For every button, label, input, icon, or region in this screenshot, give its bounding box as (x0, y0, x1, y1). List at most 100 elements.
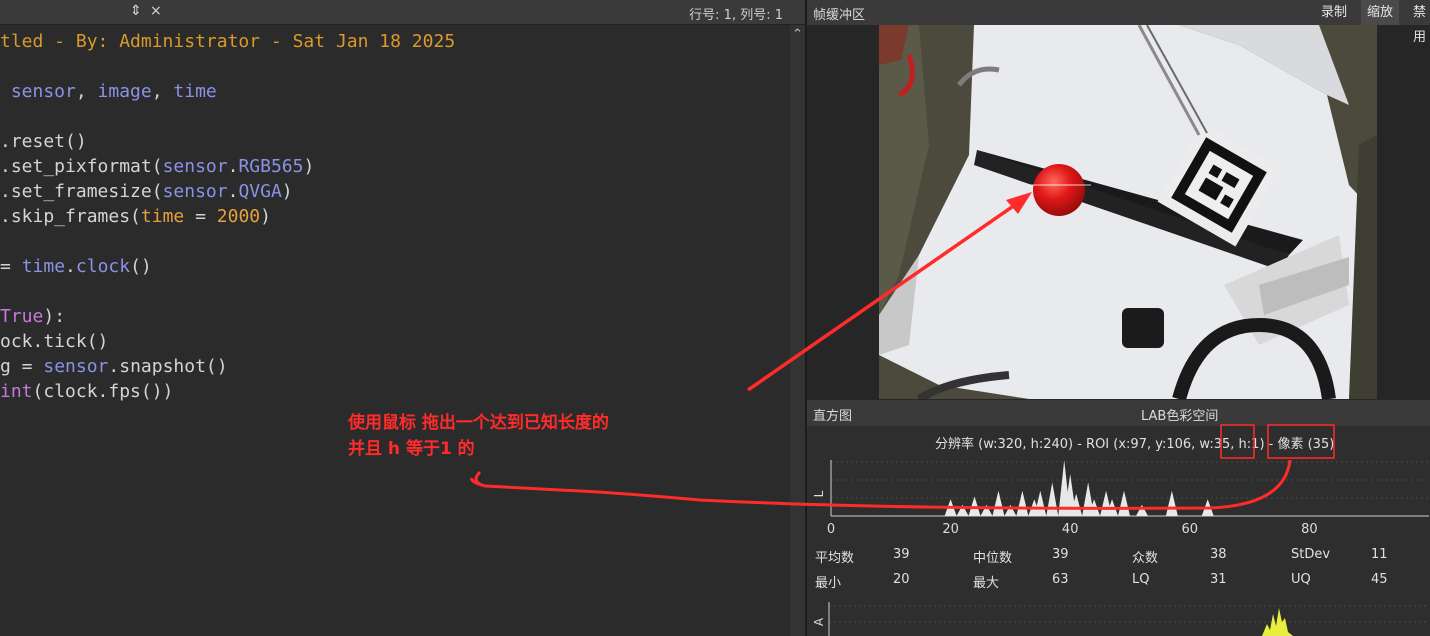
l-tick-label: 20 (942, 522, 959, 537)
code-token: .skip_frames( (0, 206, 141, 227)
code-token: int (0, 381, 33, 402)
code-token: ) (303, 156, 315, 177)
l-tick-label: 0 (827, 522, 835, 537)
code-line[interactable]: .set_framesize(sensor.QVGA) (0, 179, 293, 204)
frame-buffer-toolbar: 帧缓冲区 录制 缩放 禁用 (807, 0, 1430, 45)
a-axis-label: A (812, 617, 826, 626)
code-token: time (173, 81, 217, 102)
frame-buffer-title: 帧缓冲区 (813, 8, 866, 23)
l-tick-label: 60 (1182, 522, 1199, 537)
min-value: 20 (893, 572, 910, 587)
code-editor[interactable]: ⇕ × 行号: 1, 列号: 1 tled - By: Administrato… (0, 0, 805, 636)
mean-label: 平均数 (815, 551, 855, 566)
code-line[interactable]: ock.tick() (0, 329, 108, 354)
code-line[interactable]: .set_pixformat(sensor.RGB565) (0, 154, 314, 179)
code-token: , (151, 81, 174, 102)
code-token: ): (43, 306, 66, 327)
a-channel-spike (1262, 608, 1293, 636)
code-line[interactable]: True): (0, 304, 65, 329)
code-token: QVGA (238, 181, 282, 202)
code-token: image (97, 81, 152, 102)
code-token: ) (260, 206, 271, 227)
code-token: (clock.fps()) (32, 381, 174, 402)
split-arrows-icon[interactable]: ⇕ (130, 3, 142, 19)
code-token: .set_pixformat( (0, 156, 163, 177)
code-token: = (0, 256, 22, 277)
code-line[interactable]: tled - By: Administrator - Sat Jan 18 20… (0, 29, 455, 54)
l-tick-label: 40 (1062, 522, 1079, 537)
uq-value: 45 (1371, 572, 1388, 587)
colorspace-selector[interactable]: LAB色彩空间 (1141, 405, 1218, 424)
code-token: time (140, 206, 185, 227)
code-token: ock.tick() (0, 331, 109, 352)
record-button[interactable]: 录制 (1315, 0, 1353, 25)
editor-toolbar: ⇕ × 行号: 1, 列号: 1 (0, 0, 805, 25)
a-channel-histogram: A (812, 602, 1429, 636)
code-line[interactable]: .skip_frames(time = 2000) (0, 204, 271, 229)
code-token: True (0, 306, 44, 327)
scroll-up-icon[interactable]: ⌃ (792, 27, 803, 42)
l-histogram-peak (1135, 504, 1148, 516)
mode-value: 38 (1210, 547, 1227, 562)
l-histogram-peak (956, 504, 969, 516)
l-axis-label: L (812, 490, 826, 497)
code-token: sensor (0, 81, 76, 102)
histogram-title: 直方图 (813, 409, 853, 424)
code-token: , (75, 81, 98, 102)
uq-label: UQ (1291, 572, 1311, 587)
histogram-toolbar: 直方图 LAB色彩空间 (807, 400, 1430, 426)
code-token: .reset() (0, 131, 87, 152)
camera-image[interactable] (879, 25, 1377, 399)
lq-value: 31 (1210, 572, 1227, 587)
editor-scrollbar[interactable]: ⌃ (790, 25, 805, 636)
resolution-info: 分辨率 (w:320, h:240) - ROI (x:97, y:106, w… (935, 433, 1334, 452)
code-token: .set_framesize( (0, 181, 163, 202)
code-line[interactable]: int(clock.fps()) (0, 379, 173, 404)
min-label: 最小 (815, 576, 842, 591)
stdev-label: StDev (1291, 547, 1331, 562)
median-label: 中位数 (973, 551, 1013, 566)
code-token: . (65, 256, 76, 277)
l-histogram-peak (944, 499, 957, 516)
close-icon[interactable]: × (150, 3, 162, 19)
code-token: . (227, 156, 239, 177)
lq-label: LQ (1132, 572, 1150, 587)
code-token: () (130, 256, 152, 277)
frame-buffer-panel: 帧缓冲区 录制 缩放 禁用 (805, 0, 1430, 400)
max-value: 63 (1052, 572, 1069, 587)
max-label: 最大 (973, 576, 1000, 591)
pixel-count-text: 像素 (35) (1277, 437, 1335, 452)
disable-button[interactable]: 禁用 (1407, 0, 1430, 45)
code-area[interactable]: tled - By: Administrator - Sat Jan 18 20… (0, 29, 790, 629)
zoom-button[interactable]: 缩放 (1361, 0, 1400, 25)
roi-h-text: h:1 (1238, 437, 1260, 452)
code-line[interactable]: sensor, image, time (0, 79, 217, 104)
code-token: RGB565 (238, 156, 304, 177)
l-histogram-peak (980, 504, 993, 516)
l-histogram-peak (968, 496, 981, 516)
code-token: sensor (43, 356, 109, 377)
code-token: ) (281, 181, 293, 202)
annotation-line-1: 使用鼠标 拖出一个达到已知长度的 (348, 413, 609, 433)
cursor-position: 行号: 1, 列号: 1 (689, 8, 783, 23)
l-histogram-peak (992, 490, 1005, 516)
l-histogram-peak (1004, 504, 1017, 516)
mode-label: 众数 (1132, 551, 1159, 566)
stdev-value: 11 (1371, 547, 1388, 562)
code-line[interactable]: g = sensor.snapshot() (0, 354, 228, 379)
l-histogram-peak (1046, 482, 1059, 516)
l-tick-label: 80 (1301, 522, 1318, 537)
l-histogram-peak (1201, 499, 1214, 516)
code-line[interactable]: = time.clock() (0, 254, 152, 279)
roi-separator: ) - (1259, 437, 1278, 452)
l-histogram-peak (1034, 490, 1047, 516)
code-token: .snapshot() (108, 356, 228, 377)
code-token: sensor (162, 181, 228, 202)
roi-text: 分辨率 (w:320, h:240) - ROI (x:97, y:106, w… (935, 437, 1239, 452)
code-line[interactable]: .reset() (0, 129, 87, 154)
mean-value: 39 (893, 547, 910, 562)
l-channel-histogram: L 0 20 40 60 80 (812, 460, 1429, 537)
code-token: g = (0, 356, 44, 377)
l-histogram-peak (1165, 490, 1178, 516)
code-token: . (227, 181, 239, 202)
